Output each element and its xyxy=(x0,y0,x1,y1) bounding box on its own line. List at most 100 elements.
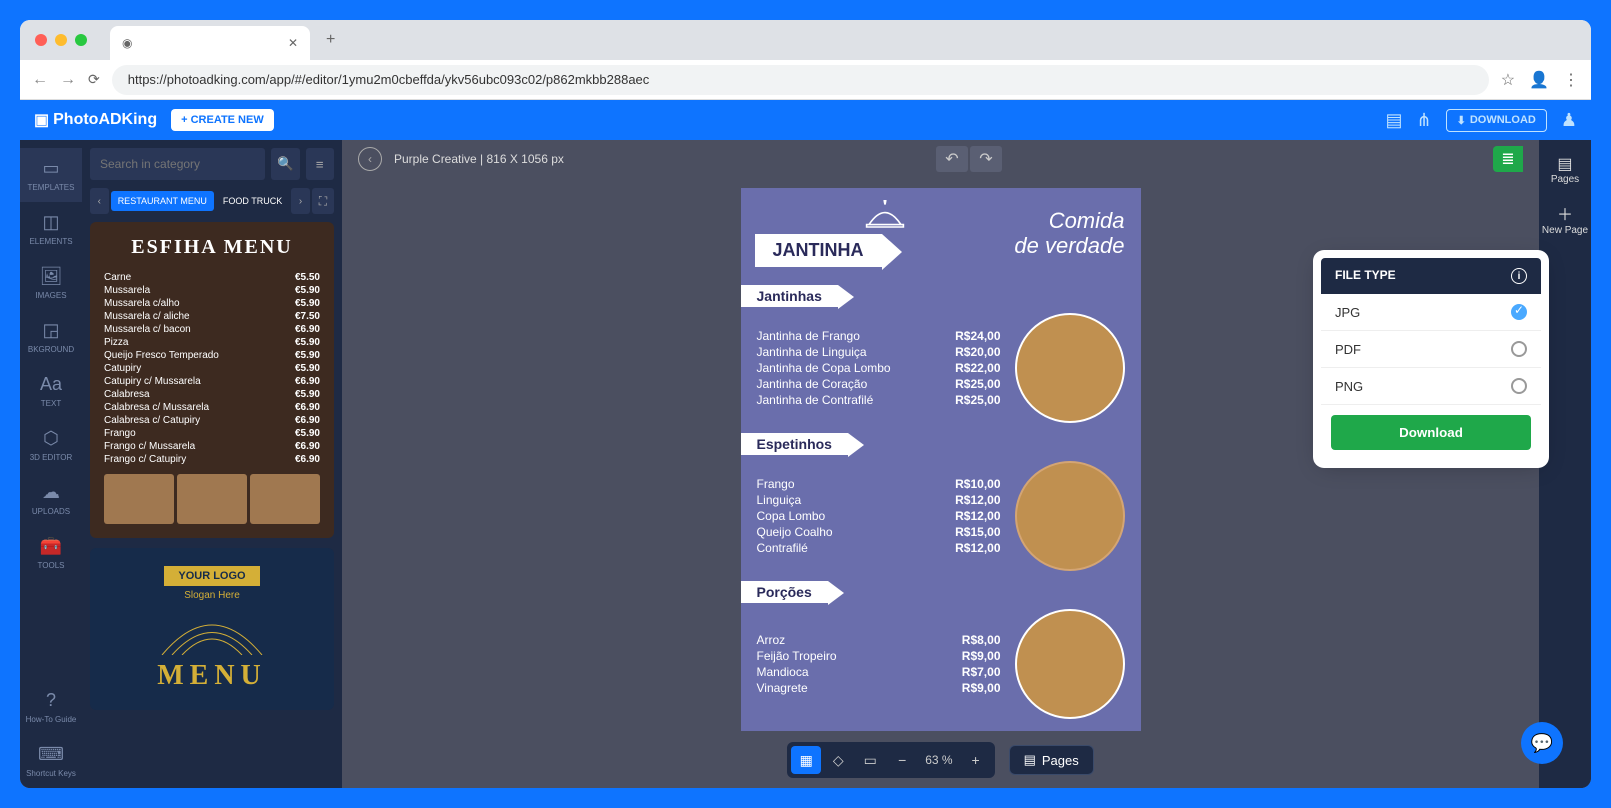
price-row: Feijão TropeiroR$9,00 xyxy=(757,648,1001,664)
pages-button[interactable]: ▤ Pages xyxy=(1009,745,1094,775)
undo-button[interactable]: ↶ xyxy=(936,146,968,172)
sidebar-shortcuts[interactable]: ⌨Shortcut Keys xyxy=(20,734,82,788)
sidebar-elements[interactable]: ◫ELEMENTS xyxy=(20,202,82,256)
sidebar-templates[interactable]: ▭TEMPLATES xyxy=(20,148,82,202)
create-new-button[interactable]: + CREATE NEW xyxy=(171,109,274,131)
new-page-button[interactable]: ＋New Page xyxy=(1542,193,1588,244)
sidebar-uploads[interactable]: ☁UPLOADS xyxy=(20,472,82,526)
section-items: FrangoR$10,00LinguiçaR$12,00Copa LomboR$… xyxy=(757,476,1001,556)
info-icon[interactable]: i xyxy=(1511,268,1527,284)
radio-icon xyxy=(1511,341,1527,357)
window-maximize[interactable] xyxy=(75,34,87,46)
chat-button[interactable]: 💬 xyxy=(1521,722,1563,764)
price-row: Mussarela c/ aliche€7.50 xyxy=(104,310,320,323)
user-icon[interactable]: ♟ xyxy=(1561,110,1577,131)
popup-title: FILE TYPE xyxy=(1335,268,1396,284)
price-row: Jantinha de FrangoR$24,00 xyxy=(757,328,1001,344)
sidebar-tools[interactable]: 🧰TOOLS xyxy=(20,526,82,580)
price-row: VinagreteR$9,00 xyxy=(757,680,1001,696)
category-restaurant-menu[interactable]: RESTAURANT MENU xyxy=(111,191,214,211)
sidebar-text[interactable]: AaTEXT xyxy=(20,364,82,418)
price-row: Carne€5.50 xyxy=(104,271,320,284)
account-icon[interactable]: 👤 xyxy=(1529,70,1549,90)
file-type-png[interactable]: PNG xyxy=(1321,368,1541,405)
present-icon[interactable]: ▤ xyxy=(1386,110,1403,131)
price-row: Mussarela c/alho€5.90 xyxy=(104,297,320,310)
app-logo[interactable]: ▣ PhotoADKing xyxy=(34,110,157,130)
bottom-toolbar: ▦ ◇ ▭ − 63 % + ▤ Pages xyxy=(342,742,1539,778)
right-sidebar: ▤Pages ＋New Page xyxy=(1539,140,1591,788)
menu-document[interactable]: JANTINHA Comida de verdade Jantinhas Jan… xyxy=(741,188,1141,731)
price-row: Queijo Fresco Temperado€5.90 xyxy=(104,349,320,362)
download-button[interactable]: ⬇ DOWNLOAD xyxy=(1446,109,1547,132)
price-row: Queijo CoalhoR$15,00 xyxy=(757,524,1001,540)
file-type-jpg[interactable]: JPG xyxy=(1321,294,1541,331)
forward-icon[interactable]: → xyxy=(60,71,76,89)
price-row: Calabresa€5.90 xyxy=(104,388,320,401)
dish-image xyxy=(1015,313,1125,423)
price-row: Jantinha de ContrafiléR$25,00 xyxy=(757,392,1001,408)
new-tab-button[interactable]: + xyxy=(326,31,335,49)
zoom-in-button[interactable]: + xyxy=(961,746,991,774)
layers-button[interactable]: ≣ xyxy=(1493,146,1523,172)
sidebar-3d-editor[interactable]: ⬡3D EDITOR xyxy=(20,418,82,472)
sidebar-howto[interactable]: ?How-To Guide xyxy=(20,680,82,734)
url-input[interactable]: https://photoadking.com/app/#/editor/1ym… xyxy=(112,65,1489,95)
logo-badge: YOUR LOGO xyxy=(164,566,259,586)
window-minimize[interactable] xyxy=(55,34,67,46)
reload-icon[interactable]: ⟳ xyxy=(88,71,100,88)
food-image xyxy=(104,474,174,524)
radio-checked-icon xyxy=(1511,304,1527,320)
pages-tab[interactable]: ▤Pages xyxy=(1551,146,1579,193)
sidebar-images[interactable]: 🖼IMAGES xyxy=(20,256,82,310)
price-row: Mussarela c/ bacon€6.90 xyxy=(104,323,320,336)
redo-button[interactable]: ↷ xyxy=(970,146,1002,172)
expand-button[interactable]: ⛶ xyxy=(312,188,334,214)
back-button[interactable]: ‹ xyxy=(358,147,382,171)
popup-download-button[interactable]: Download xyxy=(1331,415,1531,450)
template-thumb-menu[interactable]: YOUR LOGO Slogan Here MENU xyxy=(90,548,334,710)
price-row: ArrozR$8,00 xyxy=(757,632,1001,648)
search-input[interactable] xyxy=(90,148,265,180)
eraser-button[interactable]: ◇ xyxy=(823,746,853,774)
food-image xyxy=(177,474,247,524)
browser-urlbar: ← → ⟳ https://photoadking.com/app/#/edit… xyxy=(20,60,1591,100)
category-prev[interactable]: ‹ xyxy=(90,188,109,214)
back-icon[interactable]: ← xyxy=(32,71,48,89)
tagline: Comida de verdade xyxy=(1014,209,1124,257)
price-row: Mussarela€5.90 xyxy=(104,284,320,297)
sidebar-bkground[interactable]: ◲BKGROUND xyxy=(20,310,82,364)
category-next[interactable]: › xyxy=(291,188,310,214)
price-row: Copa LomboR$12,00 xyxy=(757,508,1001,524)
close-icon[interactable]: ✕ xyxy=(288,36,298,50)
browser-tab[interactable]: ◉ ✕ xyxy=(110,26,310,60)
search-button[interactable]: 🔍 xyxy=(271,148,300,180)
zoom-out-button[interactable]: − xyxy=(887,746,917,774)
price-row: Frango c/ Catupiry€6.90 xyxy=(104,453,320,466)
template-thumb-esfiha[interactable]: ESFIHA MENU Carne€5.50Mussarela€5.90Muss… xyxy=(90,222,334,538)
price-row: Catupiry c/ Mussarela€6.90 xyxy=(104,375,320,388)
grid-view-button[interactable]: ▦ xyxy=(791,746,821,774)
section-items: ArrozR$8,00Feijão TropeiroR$9,00Mandioca… xyxy=(757,632,1001,696)
window-close[interactable] xyxy=(35,34,47,46)
price-row: Jantinha de LinguiçaR$20,00 xyxy=(757,344,1001,360)
template-title: ESFIHA MENU xyxy=(104,236,320,259)
price-row: FrangoR$10,00 xyxy=(757,476,1001,492)
category-food-truck[interactable]: FOOD TRUCK xyxy=(216,191,289,211)
section-heading: Espetinhos xyxy=(741,433,848,455)
file-type-pdf[interactable]: PDF xyxy=(1321,331,1541,368)
ornament-icon xyxy=(152,615,272,655)
zoom-level: 63 % xyxy=(919,753,958,767)
menu-icon[interactable]: ⋮ xyxy=(1563,70,1579,90)
share-icon[interactable]: ⋔ xyxy=(1417,110,1432,131)
star-icon[interactable]: ☆ xyxy=(1501,70,1515,90)
dish-image xyxy=(1015,609,1125,719)
cloche-icon xyxy=(865,200,905,230)
price-row: MandiocaR$7,00 xyxy=(757,664,1001,680)
browser-tabbar: ◉ ✕ + xyxy=(20,20,1591,60)
present-button[interactable]: ▭ xyxy=(855,746,885,774)
canvas-area: ‹ Purple Creative | 816 X 1056 px ↶ ↷ ≣ … xyxy=(342,140,1539,788)
jantinha-label: JANTINHA xyxy=(755,234,882,267)
section-items: Jantinha de FrangoR$24,00Jantinha de Lin… xyxy=(757,328,1001,408)
list-view-button[interactable]: ≡ xyxy=(306,148,335,180)
